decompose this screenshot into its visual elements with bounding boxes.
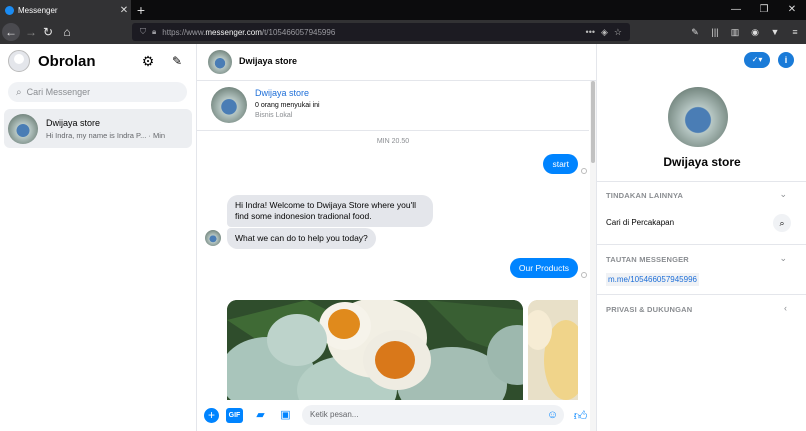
- url-host: messenger.com: [205, 27, 262, 37]
- page-category: Bisnis Lokal: [255, 112, 293, 119]
- list-item[interactable]: Dwijaya store Hi Indra, my name is Indra…: [4, 109, 192, 148]
- browser-tabbar: Messenger ✕ + — ❐ ✕: [0, 0, 806, 20]
- close-window-icon[interactable]: ✕: [778, 0, 806, 20]
- page-title: Obrolan: [38, 53, 96, 70]
- back-icon[interactable]: ←: [2, 23, 20, 41]
- sidebar-toggle-icon[interactable]: ▥: [727, 23, 743, 41]
- mark-done-button[interactable]: ✓▾: [744, 52, 770, 68]
- seen-indicator-icon: [581, 168, 587, 174]
- new-tab-button[interactable]: +: [134, 1, 148, 19]
- url-prefix: https://www.: [162, 27, 206, 37]
- chevron-down-icon[interactable]: ⌄: [779, 189, 787, 200]
- gif-button[interactable]: GIF: [226, 408, 243, 423]
- url-path: /t/105466057945996: [261, 27, 336, 37]
- pocket-icon[interactable]: ◈: [601, 27, 608, 38]
- photo-icon[interactable]: ▣: [278, 408, 293, 423]
- account-icon[interactable]: ◉: [747, 23, 763, 41]
- tab-title: Messenger: [18, 5, 58, 15]
- url-bar[interactable]: ⛉ 🔒︎ https://www. messenger.com/t/1054660…: [132, 23, 630, 41]
- chat-panel: Dwijaya store Dwijaya store 0 orang meny…: [197, 44, 596, 431]
- product-image-2[interactable]: [528, 300, 578, 400]
- browser-tab[interactable]: Messenger ✕: [0, 0, 131, 20]
- privacy-section[interactable]: PRIVASI & DUKUNGAN ‹: [597, 294, 806, 314]
- search-in-conversation-item[interactable]: Cari di Percakapan: [606, 218, 674, 227]
- section-title: PRIVASI & DUKUNGAN: [606, 305, 693, 314]
- tools-icon[interactable]: ✎: [687, 23, 703, 41]
- message-bubble-incoming[interactable]: What we can do to help you today?: [227, 228, 376, 249]
- chat-header: Dwijaya store: [197, 44, 596, 81]
- lock-icon: 🔒︎: [152, 27, 157, 36]
- profile-name: Dwijaya store: [663, 155, 741, 169]
- profile-avatar[interactable]: [668, 87, 728, 147]
- chevron-left-icon[interactable]: ‹: [784, 303, 787, 313]
- message-bubble-outgoing[interactable]: Our Products: [509, 258, 578, 278]
- message-timestamp: MIN 20.50: [376, 138, 410, 145]
- add-more-icon[interactable]: +: [204, 408, 219, 423]
- page-avatar[interactable]: [211, 87, 247, 123]
- search-icon[interactable]: ⌕: [773, 214, 791, 232]
- product-image-salted-eggs[interactable]: [227, 300, 523, 400]
- chat-list-panel: Obrolan ⚙ ✎ ⌕ Cari Messenger Dwijaya sto…: [0, 44, 197, 431]
- extension-icon[interactable]: ▼: [767, 23, 783, 41]
- messenger-link[interactable]: m.me/105466057945996: [606, 273, 699, 286]
- message-bubble-incoming[interactable]: Hi Indra! Welcome to Dwijaya Store where…: [227, 195, 433, 227]
- thumbs-up-icon[interactable]: 👍︎: [573, 408, 588, 423]
- browser-navbar: ← → ↻ ⌂ ⛉ 🔒︎ https://www. messenger.com/t…: [0, 20, 806, 44]
- search-placeholder: Cari Messenger: [26, 87, 91, 97]
- divider: [197, 130, 589, 131]
- section-title: TAUTAN MESSENGER: [606, 255, 689, 264]
- messenger-favicon-icon: [5, 5, 14, 15]
- conversation-name: Dwijaya store: [46, 117, 101, 128]
- search-icon: ⌕: [16, 86, 22, 98]
- conversation-info-panel: ✓▾ i Dwijaya store TINDAKAN LAINNYA ⌄ Ca…: [596, 44, 806, 431]
- info-icon[interactable]: i: [778, 52, 794, 68]
- reload-icon[interactable]: ↻: [39, 23, 57, 41]
- new-message-icon[interactable]: ✎: [166, 50, 188, 72]
- maximize-icon[interactable]: ❐: [750, 0, 778, 20]
- search-input[interactable]: ⌕ Cari Messenger: [8, 82, 187, 102]
- close-tab-icon[interactable]: ✕: [117, 5, 131, 16]
- sticker-icon[interactable]: ▰: [253, 408, 268, 423]
- conversation-preview: Hi Indra, my name is Indra P... · Min: [46, 130, 166, 140]
- forward-icon[interactable]: →: [22, 23, 40, 41]
- emoji-icon[interactable]: ☺: [545, 408, 560, 423]
- library-icon[interactable]: |||: [707, 23, 723, 41]
- sender-avatar: [205, 230, 221, 246]
- page-likes: 0 orang menyukai ini: [255, 102, 320, 109]
- home-icon[interactable]: ⌂: [58, 23, 76, 41]
- chevron-down-icon[interactable]: ⌄: [779, 253, 787, 264]
- section-title: TINDAKAN LAINNYA: [606, 191, 684, 200]
- minimize-icon[interactable]: —: [722, 0, 750, 20]
- message-input[interactable]: Ketik pesan...: [302, 405, 564, 425]
- message-bubble-outgoing[interactable]: start: [543, 154, 578, 174]
- bookmark-star-icon[interactable]: ☆: [614, 27, 622, 38]
- messenger-link-section[interactable]: TAUTAN MESSENGER ⌄ m.me/105466057945996: [597, 244, 806, 286]
- chat-header-avatar[interactable]: [208, 50, 232, 74]
- page-actions-icon[interactable]: •••: [586, 27, 595, 37]
- chat-header-name[interactable]: Dwijaya store: [239, 56, 297, 66]
- conversation-avatar: [8, 113, 38, 144]
- settings-gear-icon[interactable]: ⚙: [137, 50, 159, 72]
- page-name-link[interactable]: Dwijaya store: [255, 88, 309, 98]
- message-composer: + GIF ▰ ▣ Ketik pesan... ☺ 👍︎: [197, 400, 590, 431]
- page-info-card: Dwijaya store 0 orang menyukai ini Bisni…: [211, 87, 591, 125]
- avatar[interactable]: [8, 50, 30, 72]
- more-actions-section[interactable]: TINDAKAN LAINNYA ⌄ Cari di Percakapan ⌕: [597, 181, 806, 232]
- seen-indicator-icon: [581, 272, 587, 278]
- menu-icon[interactable]: ≡: [787, 23, 803, 41]
- shield-icon: ⛉: [140, 27, 146, 36]
